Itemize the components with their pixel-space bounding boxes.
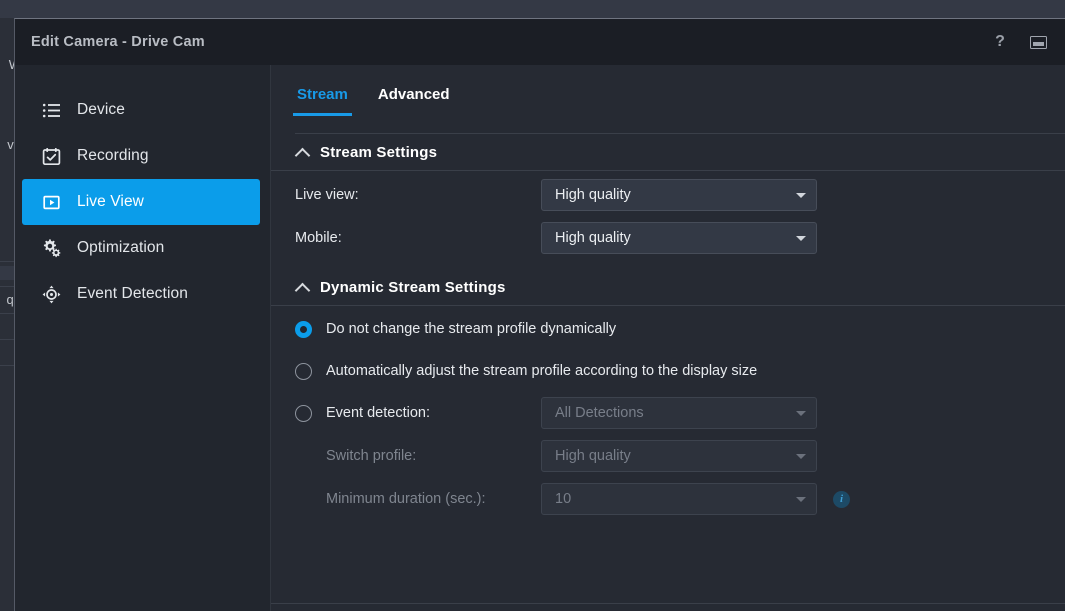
field-label: Event detection: (326, 405, 541, 421)
field-label: Minimum duration (sec.): (295, 491, 541, 507)
edit-camera-dialog: Edit Camera - Drive Cam ? (14, 18, 1065, 611)
mobile-profile-select[interactable]: High quality (541, 222, 817, 254)
radio-row-auto-adjust[interactable]: Automatically adjust the stream profile … (295, 352, 1065, 390)
radio-row-no-dynamic-change[interactable]: Do not change the stream profile dynamic… (295, 310, 1065, 348)
info-icon[interactable]: i (833, 491, 850, 508)
tab-bar-divider (295, 133, 1065, 134)
chevron-up-icon (295, 280, 310, 295)
gears-icon (41, 238, 62, 259)
dialog-body: Device Recording (15, 65, 1065, 611)
chevron-down-icon (796, 454, 806, 459)
main-panel: Stream Advanced Stream Settings Live vie… (271, 65, 1065, 611)
sidebar-item-live-view[interactable]: Live View (22, 179, 260, 225)
tab-bar: Stream Advanced (271, 77, 1065, 122)
select-value: All Detections (555, 405, 790, 421)
row-minimum-duration: Minimum duration (sec.): 10 i (295, 480, 1065, 518)
tab-stream[interactable]: Stream (295, 77, 350, 116)
event-detection-type-select: All Detections (541, 397, 817, 429)
chevron-down-icon (796, 193, 806, 198)
select-value: High quality (555, 187, 790, 203)
select-value: High quality (555, 448, 790, 464)
titlebar-actions: ? (989, 31, 1051, 53)
crosshair-icon (41, 284, 62, 305)
sidebar-item-label: Optimization (77, 239, 164, 257)
restore-window-icon[interactable] (1027, 31, 1049, 53)
live-view-profile-select[interactable]: High quality (541, 179, 817, 211)
radio-no-dynamic-change[interactable] (295, 321, 312, 338)
footer-divider (271, 603, 1065, 604)
sidebar-item-label: Device (77, 101, 125, 119)
sidebar-item-optimization[interactable]: Optimization (22, 225, 260, 271)
sidebar-item-label: Event Detection (77, 285, 188, 303)
minimum-duration-select: 10 (541, 483, 817, 515)
radio-label: Do not change the stream profile dynamic… (326, 321, 616, 337)
tab-advanced[interactable]: Advanced (376, 77, 452, 116)
sidebar-item-label: Live View (77, 193, 144, 211)
field-label: Live view: (295, 187, 541, 203)
chevron-up-icon (295, 145, 310, 160)
dialog-titlebar[interactable]: Edit Camera - Drive Cam ? (15, 19, 1065, 65)
sidebar-item-recording[interactable]: Recording (22, 133, 260, 179)
radio-auto-adjust[interactable] (295, 363, 312, 380)
chevron-down-icon (796, 497, 806, 502)
chevron-down-icon (796, 236, 806, 241)
section-divider (271, 170, 1065, 171)
switch-profile-select: High quality (541, 440, 817, 472)
chevron-down-icon (796, 411, 806, 416)
play-box-icon (41, 192, 62, 213)
field-mobile: Mobile: High quality (295, 219, 1065, 257)
dialog-title: Edit Camera - Drive Cam (31, 34, 205, 50)
radio-label: Automatically adjust the stream profile … (326, 363, 757, 379)
window-glyph (1030, 36, 1047, 49)
section-header-stream-settings[interactable]: Stream Settings (295, 135, 1065, 170)
select-value: High quality (555, 230, 790, 246)
radio-event-detection[interactable] (295, 405, 312, 422)
list-icon (41, 100, 62, 121)
row-event-detection: Event detection: All Detections (295, 394, 1065, 432)
section-divider (271, 305, 1065, 306)
settings-content: Stream Settings Live view: High quality … (271, 135, 1065, 518)
section-title: Dynamic Stream Settings (320, 279, 506, 296)
calendar-check-icon (41, 146, 62, 167)
field-label: Switch profile: (295, 448, 541, 464)
section-header-dynamic-stream-settings[interactable]: Dynamic Stream Settings (295, 270, 1065, 305)
field-live-view: Live view: High quality (295, 176, 1065, 214)
select-value: 10 (555, 491, 790, 507)
sidebar: Device Recording (15, 65, 271, 611)
help-icon[interactable]: ? (989, 31, 1011, 53)
sidebar-item-event-detection[interactable]: Event Detection (22, 271, 260, 317)
sidebar-item-label: Recording (77, 147, 149, 165)
sidebar-item-device[interactable]: Device (22, 87, 260, 133)
field-label: Mobile: (295, 230, 541, 246)
section-title: Stream Settings (320, 144, 437, 161)
screen: W 5 1 ve p qu n n Edit Camera - Drive Ca… (0, 0, 1065, 611)
row-switch-profile: Switch profile: High quality (295, 437, 1065, 475)
